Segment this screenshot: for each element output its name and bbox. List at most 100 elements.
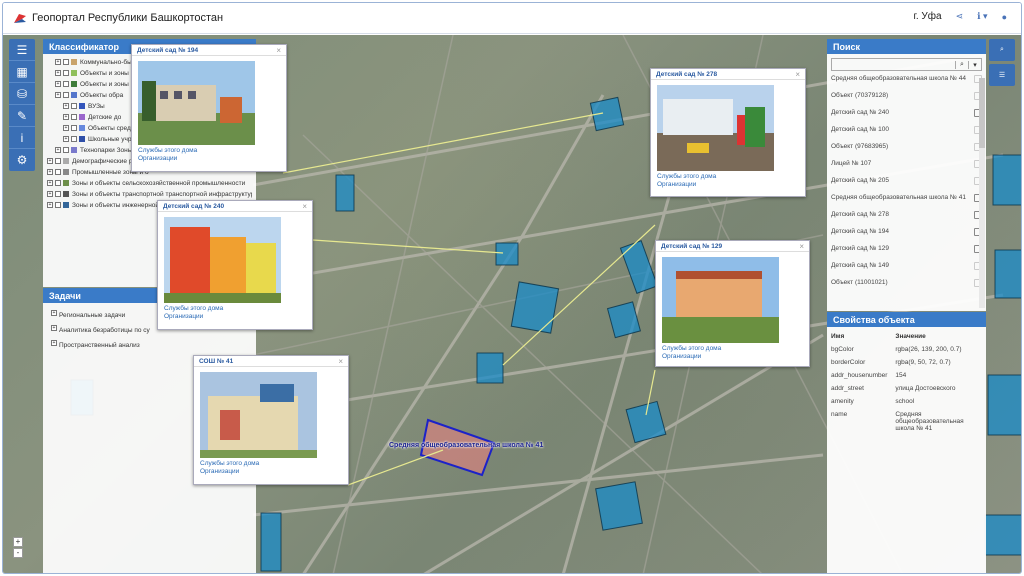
gear-icon[interactable]: ⚙ (9, 149, 35, 171)
layer-checkbox[interactable] (71, 103, 77, 109)
expand-icon[interactable]: + (63, 103, 69, 109)
search-input[interactable]: ⌕ ▾ (831, 58, 982, 71)
search-result-row[interactable]: Детский сад № 100 (831, 126, 982, 143)
expand-icon[interactable]: + (55, 147, 61, 153)
popup-title: Детский сад № 194 × (132, 45, 286, 56)
layer-color-swatch (71, 59, 77, 65)
task-item[interactable]: + Пространственный анализ (51, 339, 248, 352)
search-result-label: Детский сад № 129 (831, 245, 889, 252)
classifier-item[interactable]: + Зоны и объекты сельскохозяйственной про… (47, 179, 252, 188)
grid-icon[interactable]: ▦ (9, 61, 35, 83)
layer-checkbox[interactable] (55, 158, 61, 164)
close-icon[interactable]: × (302, 202, 307, 211)
expand-icon[interactable]: + (47, 180, 53, 186)
search-result-row[interactable]: Детский сад № 149 (831, 262, 982, 279)
search-result-row[interactable]: Детский сад № 240 (831, 109, 982, 126)
search-result-row[interactable]: Средняя общеобразовательная школа № 44 (831, 75, 982, 92)
search-result-row[interactable]: Детский сад № 205 (831, 177, 982, 194)
menu-icon[interactable]: ☰ (9, 39, 35, 61)
expand-icon[interactable]: + (55, 59, 61, 65)
layer-checkbox[interactable] (63, 59, 69, 65)
expand-icon[interactable]: + (63, 125, 69, 131)
server-icon[interactable]: ☰ (989, 64, 1015, 86)
expand-icon[interactable]: + (47, 191, 53, 197)
edit-icon[interactable]: ✎ (9, 105, 35, 127)
services-link[interactable]: Службы этого дома (657, 173, 805, 181)
classifier-item[interactable]: + Зоны и объекты транспортной транспортно… (47, 190, 252, 199)
scrollbar[interactable] (979, 78, 985, 308)
layer-color-swatch (79, 125, 85, 131)
property-row: bgColor rgba(26, 139, 200, 0.7) (827, 343, 986, 356)
property-value: rgba(9, 50, 72, 0.7) (895, 359, 951, 366)
search-result-row[interactable]: Детский сад № 278 (831, 211, 982, 228)
database-icon[interactable]: ⛁ (9, 83, 35, 105)
layer-checkbox[interactable] (55, 169, 61, 175)
top-bar: Геопортал Республики Башкортостан г. Уфа… (3, 3, 1021, 34)
layer-checkbox[interactable] (63, 147, 69, 153)
search-results: Средняя общеобразовательная школа № 44 Об… (827, 75, 986, 296)
organizations-link[interactable]: Организации (657, 181, 805, 189)
classifier-item-label: Зоны и объекты транспортной транспортной… (72, 191, 252, 198)
expand-icon[interactable]: + (63, 114, 69, 120)
search-icon[interactable]: ⌕ (955, 60, 968, 69)
search-result-row[interactable]: Объект (11001021) (831, 279, 982, 296)
search-result-row[interactable]: Объект (97683965) (831, 143, 982, 160)
search-panel: Поиск ⌕ ▾ Средняя общеобразовательная шк… (827, 39, 986, 311)
column-header: Значение (895, 333, 926, 340)
organizations-link[interactable]: Организации (662, 353, 809, 361)
services-link[interactable]: Службы этого дома (164, 305, 312, 313)
properties-title: Свойства объекта (827, 312, 986, 327)
search-result-row[interactable]: Средняя общеобразовательная школа № 41 (831, 194, 982, 211)
layer-checkbox[interactable] (63, 81, 69, 87)
expand-icon[interactable]: + (47, 158, 53, 164)
property-name: addr_housenumber (831, 372, 888, 379)
expand-icon[interactable]: + (55, 70, 61, 76)
zoom-out-button[interactable]: - (13, 548, 23, 558)
info-icon[interactable]: ℹ ▾ (977, 11, 987, 22)
search-result-row[interactable]: Детский сад № 129 (831, 245, 982, 262)
search-title: Поиск (827, 39, 986, 54)
layer-checkbox[interactable] (55, 191, 61, 197)
layer-checkbox[interactable] (71, 114, 77, 120)
zoom-control: + - (13, 537, 23, 559)
info-icon[interactable]: i (9, 127, 35, 149)
property-name: amenity (831, 398, 854, 405)
city-selector[interactable]: г. Уфа (913, 11, 941, 22)
layer-color-swatch (63, 180, 69, 186)
zoom-in-button[interactable]: + (13, 537, 23, 547)
expand-icon[interactable]: + (55, 92, 61, 98)
close-icon[interactable]: × (276, 46, 281, 55)
services-link[interactable]: Службы этого дома (662, 345, 809, 353)
layer-checkbox[interactable] (71, 136, 77, 142)
popup-kindergarten-129: Детский сад № 129 × Службы этого дома Орг… (655, 240, 810, 367)
close-icon[interactable]: × (799, 242, 804, 251)
close-icon[interactable]: × (795, 70, 800, 79)
property-row: borderColor rgba(9, 50, 72, 0.7) (827, 356, 986, 369)
expand-icon[interactable]: + (63, 136, 69, 142)
expand-icon[interactable]: + (47, 202, 53, 208)
layer-checkbox[interactable] (55, 180, 61, 186)
layer-checkbox[interactable] (71, 125, 77, 131)
organizations-link[interactable]: Организации (138, 155, 286, 163)
chevron-down-icon[interactable]: ▾ (968, 60, 981, 69)
organizations-link[interactable]: Организации (164, 313, 312, 321)
property-value: Средняя общеобразовательная школа № 41 (895, 411, 964, 432)
search-result-row[interactable]: Лицей № 107 (831, 160, 982, 177)
organizations-link[interactable]: Организации (200, 468, 348, 476)
search-icon[interactable]: ⌕ (989, 39, 1015, 61)
layer-checkbox[interactable] (63, 70, 69, 76)
layer-color-swatch (79, 114, 85, 120)
photo-image (138, 61, 255, 145)
expand-icon[interactable]: + (55, 81, 61, 87)
search-result-row[interactable]: Объект (70379128) (831, 92, 982, 109)
search-result-row[interactable]: Детский сад № 194 (831, 228, 982, 245)
layer-checkbox[interactable] (63, 92, 69, 98)
services-link[interactable]: Службы этого дома (138, 147, 286, 155)
services-link[interactable]: Службы этого дома (200, 460, 348, 468)
property-name: bgColor (831, 346, 854, 353)
user-icon[interactable]: ● (1002, 12, 1007, 22)
layer-checkbox[interactable] (55, 202, 61, 208)
share-icon[interactable]: ⋖ (956, 11, 964, 22)
expand-icon[interactable]: + (47, 169, 53, 175)
close-icon[interactable]: × (338, 357, 343, 366)
